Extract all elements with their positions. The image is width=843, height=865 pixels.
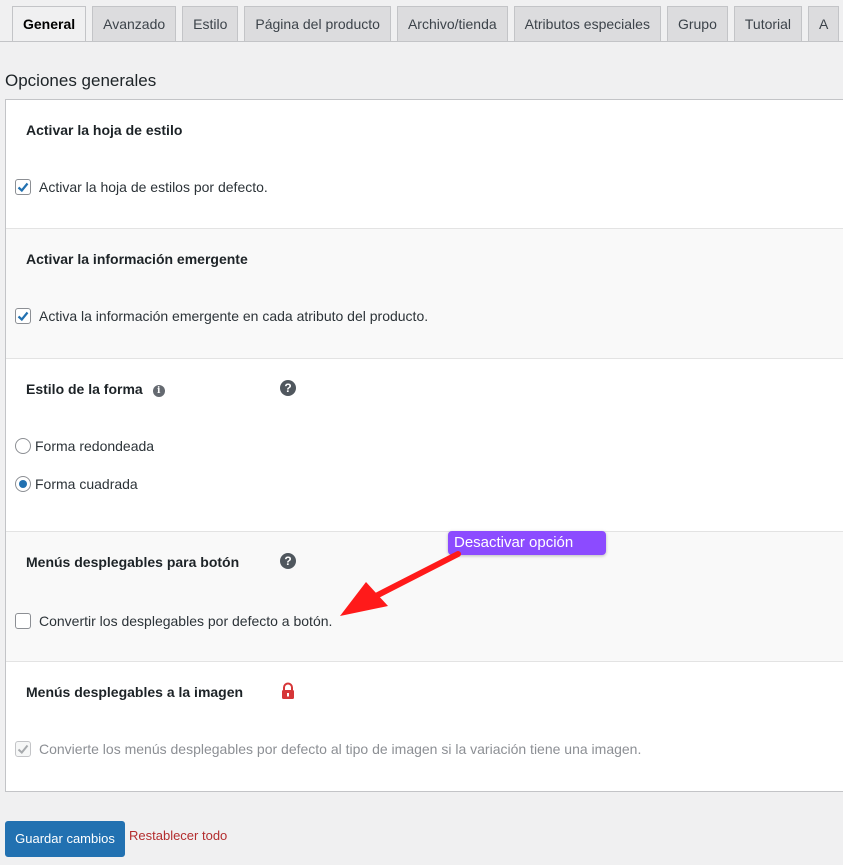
question-circle-icon[interactable]: ? (280, 380, 296, 396)
option-stylesheet[interactable]: Activar la hoja de estilos por defecto. (15, 179, 268, 195)
square-shape-radio[interactable] (15, 476, 31, 492)
tab-archivo-tienda[interactable]: Archivo/tienda (396, 6, 508, 41)
row-title-tooltip: Activar la información emergente (26, 251, 248, 267)
row-title-dropdown-button: Menús desplegables para botón (26, 554, 240, 570)
dropdown-image-checkbox (15, 741, 31, 757)
lock-icon (282, 682, 294, 699)
tab-tutorial[interactable]: Tutorial (733, 6, 803, 41)
checkmark-icon (17, 182, 29, 193)
annotation-arrow-icon (340, 551, 461, 616)
tooltip-option-label: Activa la información emergente en cada … (39, 308, 429, 324)
section-title: Opciones generales (5, 71, 157, 90)
radio-selected-dot (19, 480, 27, 488)
rounded-shape-label: Forma redondeada (35, 438, 155, 454)
checkmark-icon (17, 744, 29, 754)
tab-grupo[interactable]: Grupo (666, 6, 728, 41)
row-tooltip: Activar la información emergente Activa … (6, 229, 843, 359)
stylesheet-option-label: Activar la hoja de estilos por defecto. (39, 179, 268, 195)
shape-title-text: Estilo de la forma (26, 381, 143, 397)
option-dropdown-image: Convierte los menús desplegables por def… (15, 741, 641, 757)
row-shape: Estilo de la forma i ? Forma redondeada F… (6, 359, 843, 532)
rounded-shape-radio[interactable] (15, 438, 31, 454)
row-dropdown-image: Menús desplegables a la imagen Convierte… (6, 662, 843, 792)
square-shape-label: Forma cuadrada (35, 476, 138, 492)
save-button[interactable]: Guardar cambios (5, 821, 125, 857)
option-dropdown-button[interactable]: Convertir los desplegables por defecto a… (15, 613, 332, 629)
tab-overflow[interactable]: A (808, 6, 840, 41)
annotation-label: Desactivar opción (448, 531, 606, 555)
info-icon[interactable]: i (152, 385, 165, 397)
option-rounded-shape[interactable]: Forma redondeada (15, 438, 154, 454)
option-tooltip[interactable]: Activa la información emergente en cada … (15, 308, 428, 324)
row-title-dropdown-image: Menús desplegables a la imagen (26, 684, 244, 700)
row-title-shape: Estilo de la forma i (26, 381, 165, 397)
row-title-stylesheet: Activar la hoja de estilo (26, 122, 183, 138)
option-square-shape[interactable]: Forma cuadrada (15, 476, 138, 492)
stylesheet-checkbox[interactable] (15, 179, 31, 195)
dropdown-button-checkbox[interactable] (15, 613, 31, 629)
tab-avanzado[interactable]: Avanzado (92, 6, 177, 41)
row-stylesheet: Activar la hoja de estilo Activar la hoj… (6, 100, 843, 229)
settings-panel: Activar la hoja de estilo Activar la hoj… (5, 99, 843, 792)
dropdown-image-option-label: Convierte los menús desplegables por def… (39, 741, 642, 757)
settings-tabs: General Avanzado Estilo Página del producto… (0, 0, 843, 42)
tab-general[interactable]: General (12, 6, 87, 41)
reset-link[interactable]: Restablecer todo (129, 828, 227, 843)
tooltip-checkbox[interactable] (15, 308, 31, 324)
question-circle-icon[interactable]: ? (280, 553, 296, 569)
tab-pagina-producto[interactable]: Página del producto (244, 6, 391, 41)
checkmark-icon (17, 311, 29, 322)
dropdown-button-option-label: Convertir los desplegables por defecto a… (39, 613, 333, 629)
tab-atributos-especiales[interactable]: Atributos especiales (513, 6, 661, 41)
tab-estilo[interactable]: Estilo (182, 6, 239, 41)
